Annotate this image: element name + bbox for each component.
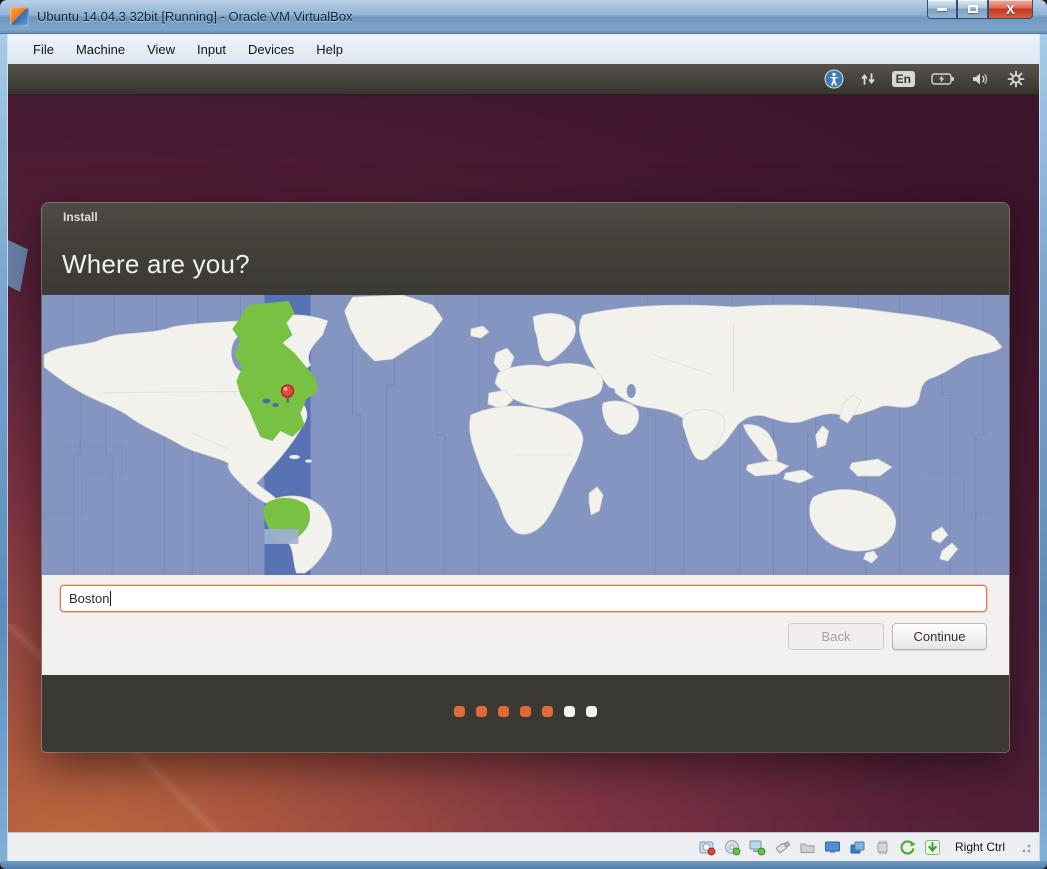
host-key-label: Right Ctrl <box>955 840 1005 854</box>
usb-icon[interactable] <box>774 839 791 856</box>
menu-devices[interactable]: Devices <box>237 38 305 61</box>
installer-window: Install Where are you? <box>42 203 1009 752</box>
keyboard-layout-label: En <box>892 71 915 87</box>
menu-input[interactable]: Input <box>186 38 237 61</box>
page-title: Where are you? <box>62 249 250 280</box>
menu-machine[interactable]: Machine <box>65 38 136 61</box>
shared-folders-icon[interactable] <box>799 839 816 856</box>
text-caret <box>110 591 111 606</box>
resize-grip[interactable] <box>1019 841 1031 853</box>
display-icon[interactable] <box>824 839 841 856</box>
mouse-integration-icon[interactable] <box>899 839 916 856</box>
virtualbox-logo-icon <box>10 7 29 26</box>
window-border-left <box>0 34 8 861</box>
maximize-icon <box>968 5 978 13</box>
menu-file[interactable]: File <box>22 38 65 61</box>
progress-dot <box>542 706 553 717</box>
video-capture-icon[interactable] <box>849 839 866 856</box>
menu-help[interactable]: Help <box>305 38 354 61</box>
keyboard-capture-icon[interactable] <box>924 839 941 856</box>
progress-dot <box>454 706 465 717</box>
wallpaper-facet <box>8 240 28 292</box>
vm-screen: En <box>8 64 1039 832</box>
virtualbox-window: Ubuntu 14.04.3 32bit [Running] - Oracle … <box>0 0 1047 869</box>
features-chip-icon[interactable] <box>874 839 891 856</box>
window-title: Ubuntu 14.04.3 32bit [Running] - Oracle … <box>37 9 353 24</box>
accessibility-icon[interactable] <box>824 68 844 90</box>
titlebar[interactable]: Ubuntu 14.04.3 32bit [Running] - Oracle … <box>0 0 1047 34</box>
session-gear-icon[interactable] <box>1007 68 1025 90</box>
timezone-map[interactable] <box>42 295 1009 575</box>
progress-dot <box>520 706 531 717</box>
maximize-button[interactable] <box>957 0 988 19</box>
close-icon: X <box>1006 3 1015 16</box>
installer-header: Install Where are you? <box>42 203 1009 295</box>
menu-view[interactable]: View <box>136 38 186 61</box>
window-border-right <box>1039 34 1047 861</box>
keyboard-layout-indicator[interactable]: En <box>892 68 915 90</box>
harddisk-icon[interactable] <box>699 839 716 856</box>
minimize-button[interactable] <box>927 0 957 19</box>
ubuntu-top-panel: En <box>8 64 1039 95</box>
optical-disc-icon[interactable] <box>724 839 741 856</box>
progress-dot <box>476 706 487 717</box>
close-button[interactable]: X <box>988 0 1033 19</box>
continue-button[interactable]: Continue <box>892 623 987 650</box>
network-icon[interactable] <box>749 839 766 856</box>
progress-dot <box>564 706 575 717</box>
back-button[interactable]: Back <box>788 623 884 650</box>
menubar: File Machine View Input Devices Help <box>8 34 1039 64</box>
statusbar: Right Ctrl <box>8 832 1039 861</box>
installer-window-title: Install <box>63 210 98 224</box>
progress-dot <box>498 706 509 717</box>
network-arrows-icon[interactable] <box>860 68 876 90</box>
minimize-icon <box>937 8 947 11</box>
installer-footer <box>42 675 1009 752</box>
installer-form: Boston Back Continue <box>42 575 1009 675</box>
window-border-bottom <box>0 861 1047 869</box>
city-search-input[interactable]: Boston <box>60 585 987 612</box>
progress-dots <box>42 706 1009 717</box>
city-input-value: Boston <box>69 591 109 606</box>
volume-icon[interactable] <box>971 68 991 90</box>
progress-dot <box>586 706 597 717</box>
battery-icon[interactable] <box>931 68 955 90</box>
